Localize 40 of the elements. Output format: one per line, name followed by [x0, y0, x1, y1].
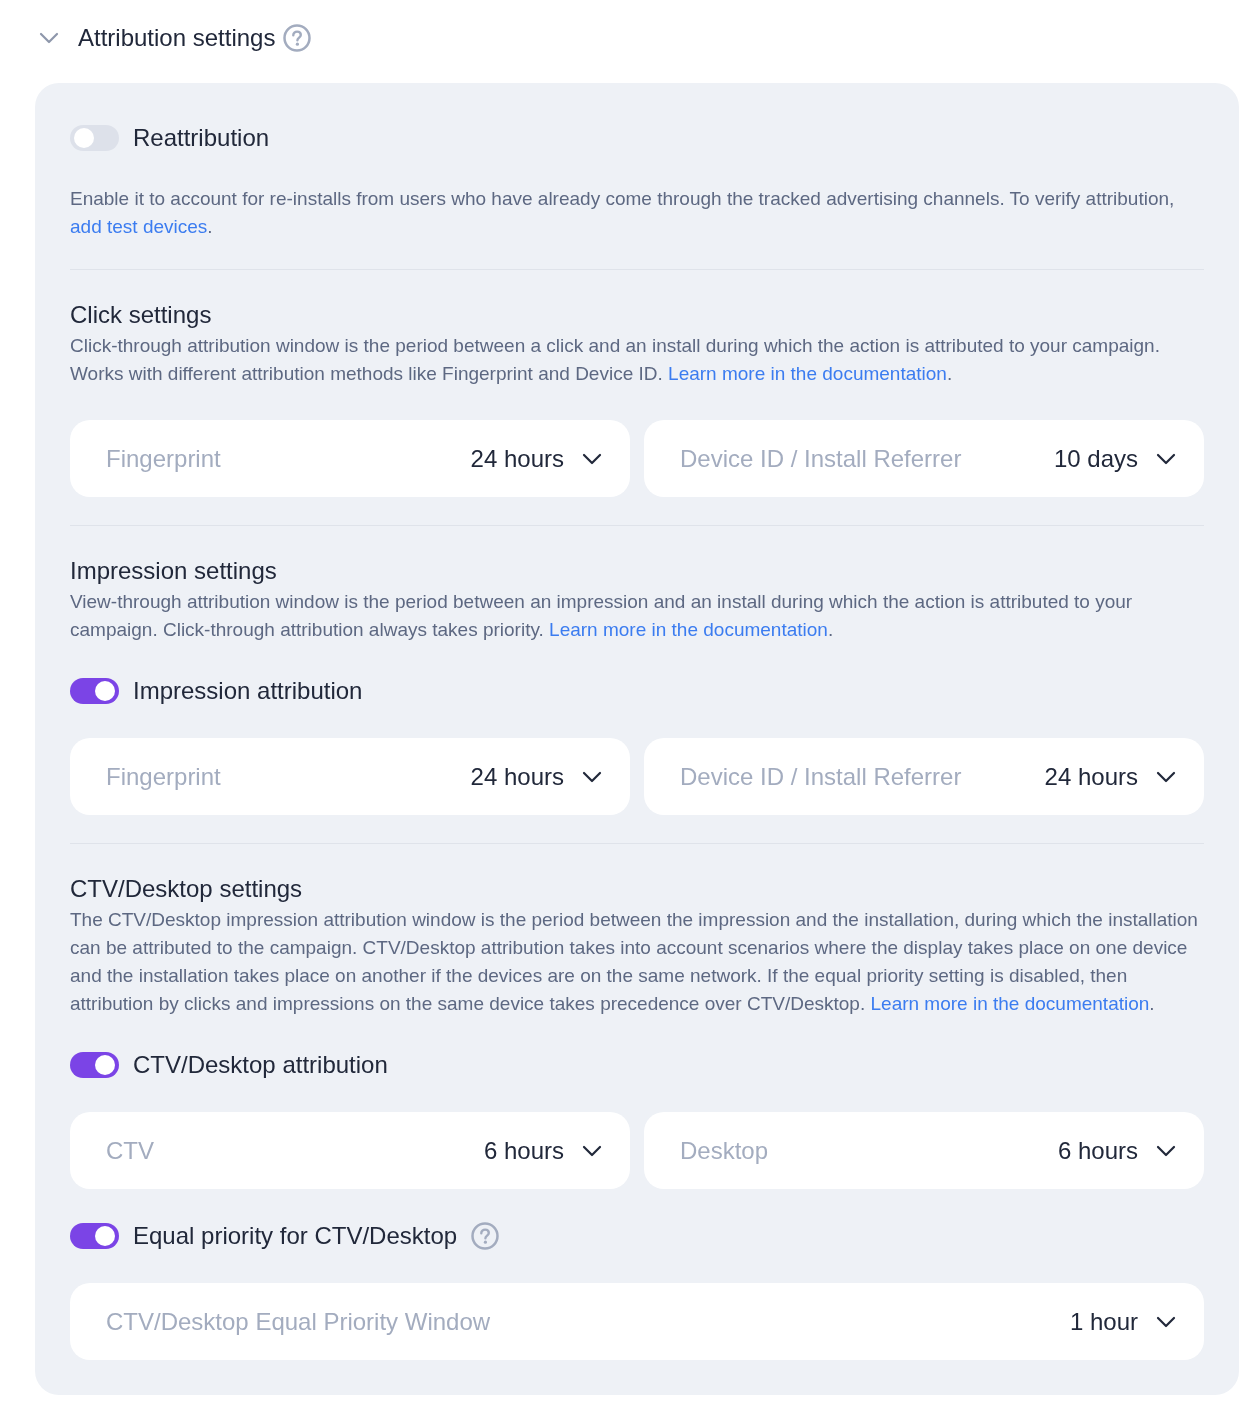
description-text: View-through attribution window is the period between an impression and an install during which the action is attributed to your campaign. Click-through attribution always takes priority. Learn more in the documentation. — [70, 590, 1134, 642]
dropdown-field[interactable]: CTV 6 hours — [70, 1112, 630, 1189]
field-label: CTV/Desktop Equal Priority Window — [106, 1306, 491, 1337]
help-icon[interactable] — [283, 24, 312, 52]
field-value: 24 hours — [470, 761, 564, 792]
subsection-title: CTV/Desktop settings — [70, 874, 304, 904]
dropdown-field[interactable]: Fingerprint 24 hours — [70, 420, 630, 497]
section-title: Attribution settings — [78, 23, 276, 53]
field-value: 24 hours — [1044, 761, 1138, 792]
toggle-switch[interactable] — [70, 125, 119, 151]
toggle-label: Impression attribution — [133, 676, 363, 706]
toggle-label: CTV/Desktop attribution — [133, 1050, 388, 1080]
description-text: The CTV/Desktop impression attribution window is the period between the impression and the installation, during which the installation can be attributed to the campaign. CTV/Desktop attribution takes into account scenarios where the display takes place on one device and the installation takes place on another if the devices are on the same network. If the equal priority setting is disabled, then attribution by clicks and impressions on the same device takes precedence over CTV/Desktop. Learn more in the documentation. — [70, 908, 1199, 1016]
subsection-title: Click settings — [70, 300, 213, 330]
toggle-label: Reattribution — [133, 123, 270, 153]
subsection-title: Impression settings — [70, 556, 278, 586]
description-text: Enable it to account for re-installs from users who have already come through the tracked advertising channels. To verify attribution, add test devices. — [70, 187, 1176, 239]
field-value: 6 hours — [483, 1135, 564, 1166]
dropdown-field[interactable]: Fingerprint 24 hours — [70, 738, 630, 815]
toggle-label: Equal priority for CTV/Desktop — [133, 1221, 458, 1251]
help-icon[interactable] — [471, 1222, 500, 1250]
field-label: Device ID / Install Referrer — [680, 443, 962, 474]
dropdown-field[interactable]: Desktop 6 hours — [644, 1112, 1204, 1189]
field-label: Desktop — [680, 1135, 769, 1166]
field-value: 1 hour — [1069, 1306, 1138, 1337]
field-label: CTV — [106, 1135, 154, 1166]
dropdown-field[interactable]: Device ID / Install Referrer 24 hours — [644, 738, 1204, 815]
dropdown-field[interactable]: Device ID / Install Referrer 10 days — [644, 420, 1204, 497]
field-label: Fingerprint — [106, 443, 221, 474]
description-text: Click-through attribution window is the period between a click and an install during which the action is attributed to your campaign. Works with different attribution methods like Fingerprint and Device ID. Learn more in the documentation. — [70, 334, 1161, 386]
dropdown-field[interactable]: CTV/Desktop Equal Priority Window 1 hour — [70, 1283, 1204, 1360]
toggle-switch[interactable] — [70, 1052, 119, 1078]
field-value: 10 days — [1053, 443, 1138, 474]
toggle-switch[interactable] — [70, 1223, 119, 1249]
toggle-switch[interactable] — [70, 678, 119, 704]
field-value: 6 hours — [1057, 1135, 1138, 1166]
field-value: 24 hours — [470, 443, 564, 474]
documentation-link[interactable]: Learn more in the documentation — [870, 993, 1150, 1014]
field-label: Fingerprint — [106, 761, 221, 792]
field-label: Device ID / Install Referrer — [680, 761, 962, 792]
